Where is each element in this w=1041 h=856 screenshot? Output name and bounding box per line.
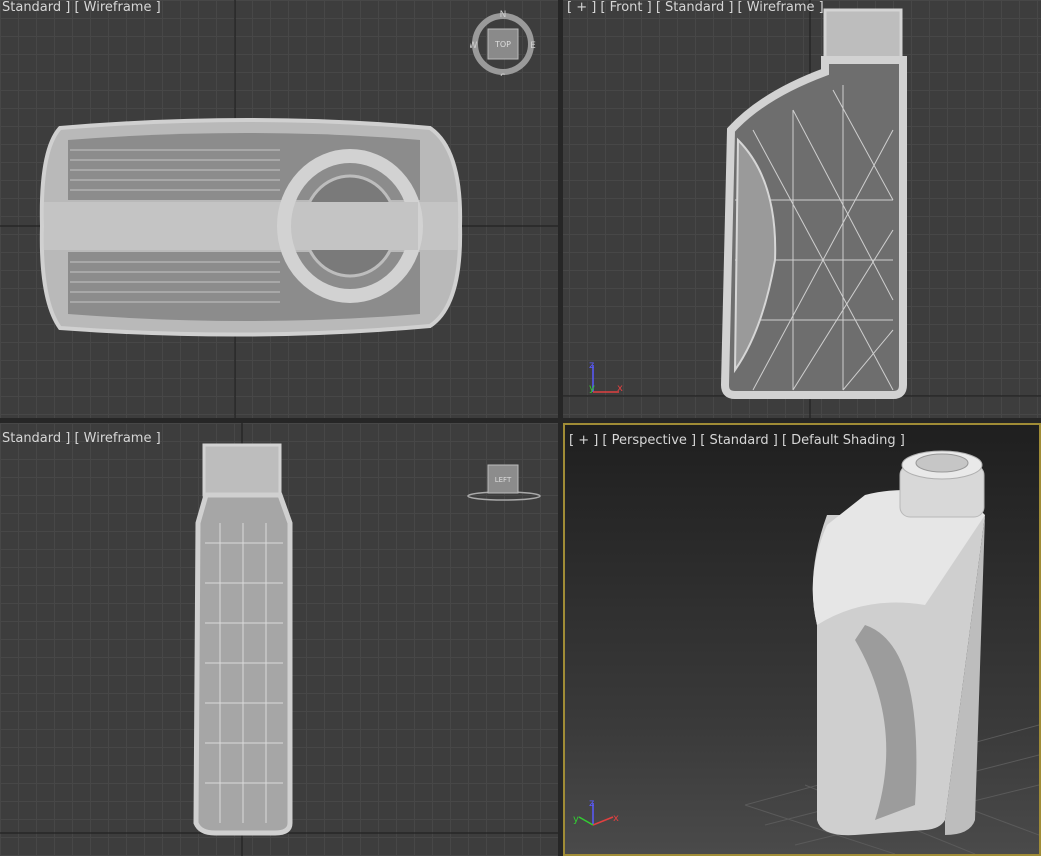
viewport-left-label[interactable]: Standard ] [ Wireframe ] xyxy=(2,431,161,446)
perspective-view-canvas: z y x xyxy=(573,450,1039,854)
axis-gizmo-front: z y x xyxy=(589,360,623,394)
compass-e: E xyxy=(530,41,536,51)
front-view-canvas: z y x xyxy=(563,0,1041,418)
axis-y-label-perspective: y xyxy=(573,814,579,825)
viewcube-left-face: LEFT xyxy=(495,476,512,484)
bottle-front-wireframe xyxy=(720,8,907,399)
axis-z-label-perspective: z xyxy=(589,798,594,809)
axis-z-label: z xyxy=(589,360,594,371)
viewport-left[interactable]: Standard ] [ Wireframe ] LEFT xyxy=(0,423,558,856)
compass-s: S xyxy=(500,73,506,76)
viewcube-top[interactable]: TOP N S E W xyxy=(469,10,537,83)
bottle-perspective-shaded xyxy=(812,450,985,836)
axis-x-label-perspective: x xyxy=(613,813,619,824)
viewport-top[interactable]: Standard ] [ Wireframe ] TOP N E W xyxy=(0,0,558,418)
viewcube-left[interactable]: LEFT xyxy=(466,463,542,503)
bottle-top-wireframe xyxy=(39,118,463,337)
viewcube-top-face: TOP xyxy=(494,40,511,49)
compass-w: W xyxy=(470,41,478,51)
compass-icon: TOP N S E W xyxy=(469,10,537,83)
bottle-left-wireframe xyxy=(193,443,293,836)
axis-gizmo-perspective: z y x xyxy=(573,798,619,826)
axis-x-label: x xyxy=(617,383,623,394)
viewport-perspective[interactable]: [ + ] [ Perspective ] [ Standard ] [ Def… xyxy=(563,423,1041,856)
compass-n: N xyxy=(500,10,507,20)
viewcube-icon: LEFT xyxy=(467,464,541,501)
viewport-front-label[interactable]: [ + ] [ Front ] [ Standard ] [ Wireframe… xyxy=(567,0,824,15)
viewport-perspective-label[interactable]: [ + ] [ Perspective ] [ Standard ] [ Def… xyxy=(569,433,905,448)
viewport-front[interactable]: [ + ] [ Front ] [ Standard ] [ Wireframe… xyxy=(563,0,1041,418)
axis-y-label: y xyxy=(589,383,595,394)
viewport-top-label[interactable]: Standard ] [ Wireframe ] xyxy=(2,0,161,15)
